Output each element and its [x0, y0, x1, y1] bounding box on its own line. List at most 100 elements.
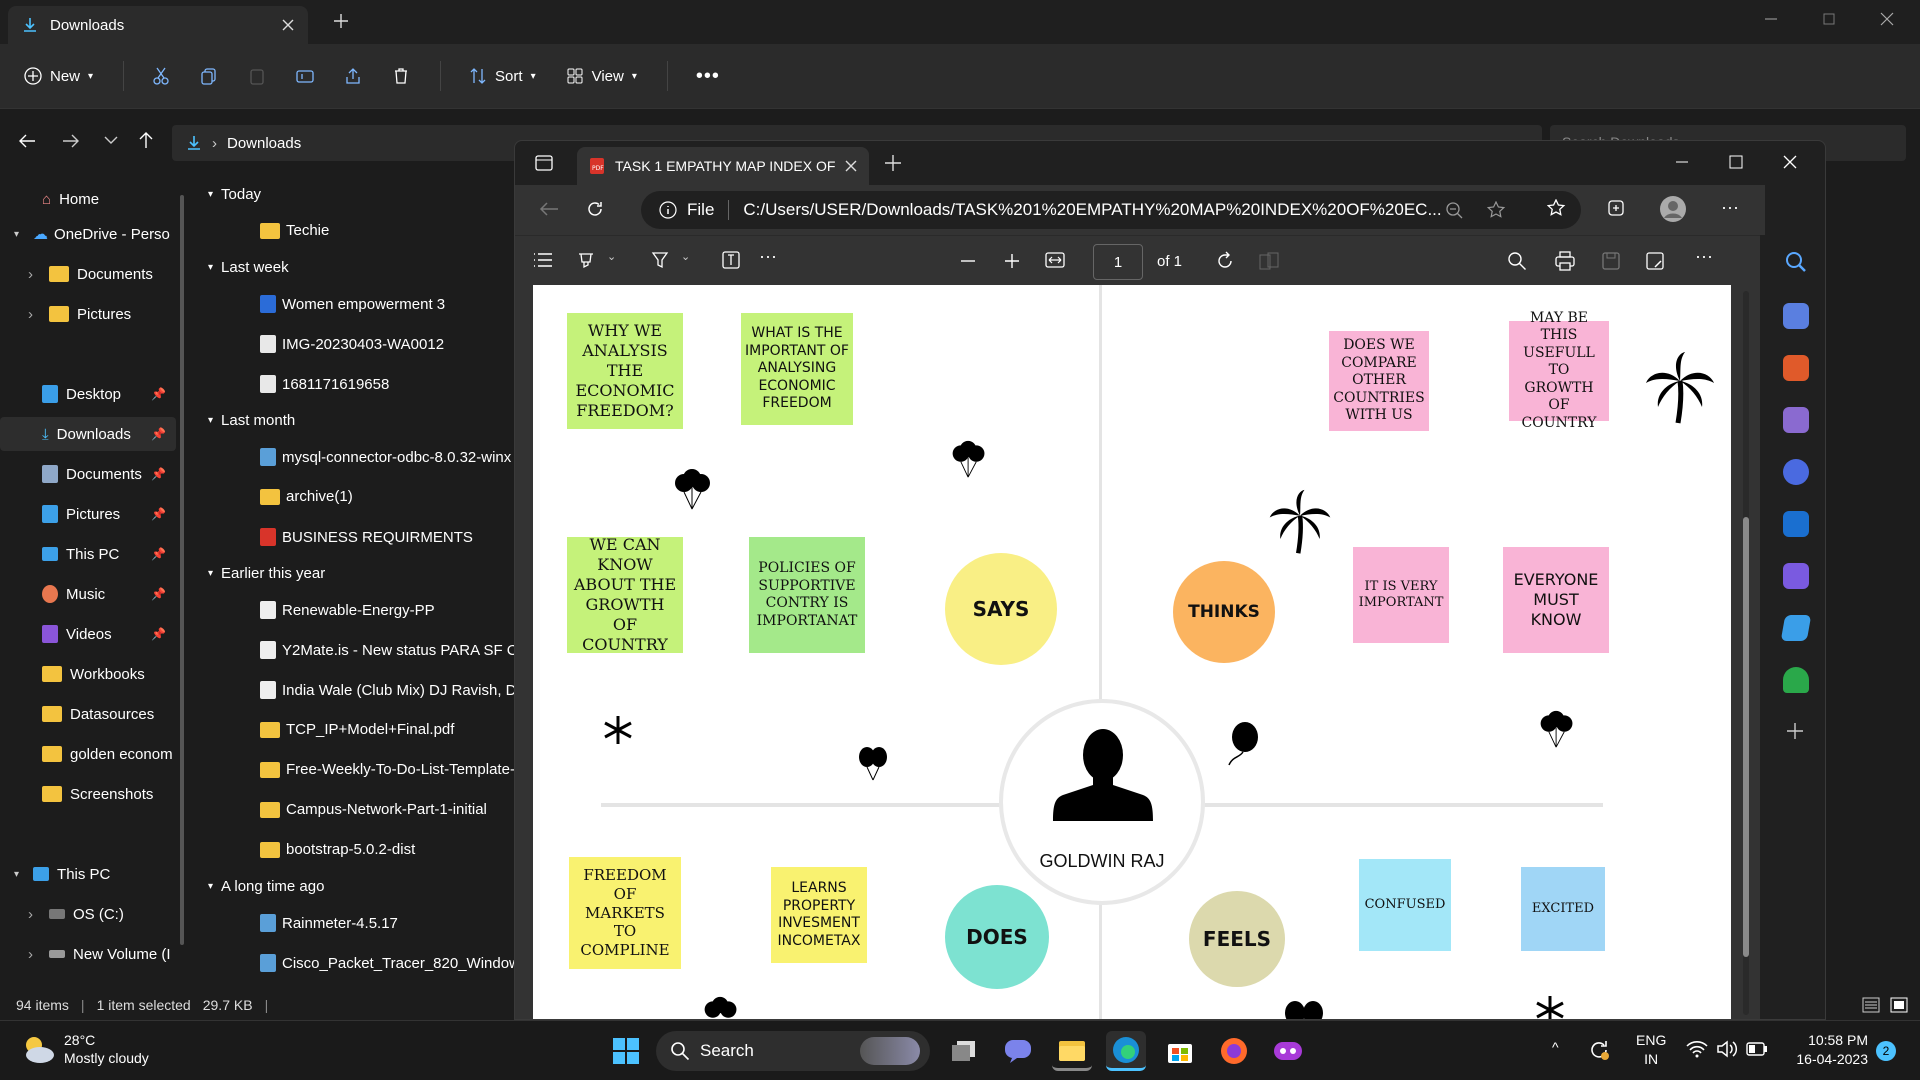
list-item[interactable]: India Wale (Club Mix) DJ Ravish, DJ — [260, 681, 520, 699]
highlight-icon[interactable] — [577, 250, 595, 270]
minimize-icon[interactable] — [1675, 155, 1689, 169]
contents-list-icon[interactable] — [533, 252, 553, 268]
more-options-icon[interactable]: ••• — [696, 65, 720, 88]
cut-icon[interactable] — [152, 67, 170, 85]
pin-icon[interactable]: 📌 — [151, 507, 166, 521]
list-item[interactable]: IMG-20230403-WA0012 — [260, 335, 444, 353]
pdf-scrollbar-thumb[interactable] — [1743, 517, 1749, 957]
favorites-icon[interactable] — [1547, 199, 1567, 219]
edge-taskbar-icon[interactable] — [1106, 1031, 1146, 1071]
microsoft-365-icon[interactable] — [1783, 459, 1809, 485]
add-favorite-icon[interactable] — [1487, 201, 1507, 219]
details-view-icon[interactable] — [1862, 997, 1880, 1013]
restore-icon[interactable] — [1822, 12, 1836, 26]
nav-workbooks[interactable]: Workbooks — [0, 657, 176, 691]
nav-os-c[interactable]: › OS (C:) — [0, 897, 176, 931]
file-explorer-taskbar-icon[interactable] — [1052, 1031, 1092, 1071]
list-item[interactable]: BUSINESS REQUIRMENTS — [260, 528, 473, 546]
pin-icon[interactable]: 📌 — [151, 627, 166, 641]
microsoft-store-icon[interactable] — [1160, 1031, 1200, 1071]
tiles-view-icon[interactable] — [1890, 997, 1908, 1013]
nav-documents[interactable]: Documents 📌 — [0, 457, 176, 491]
forward-arrow-icon[interactable] — [62, 133, 80, 149]
nav-onedrive[interactable]: ▾ ☁ OneDrive - Perso — [0, 217, 176, 251]
list-item[interactable]: Techie — [260, 222, 329, 239]
zoom-out-icon[interactable] — [1445, 201, 1463, 219]
sync-icon[interactable] — [1588, 1039, 1610, 1061]
nav-onedrive-pictures[interactable]: › Pictures — [0, 297, 176, 331]
edge-tab-pdf[interactable]: PDF TASK 1 EMPATHY MAP INDEX OF — [577, 147, 869, 185]
weather-widget[interactable]: 28°C Mostly cloudy — [20, 1031, 149, 1067]
minimize-icon[interactable] — [1764, 12, 1778, 26]
rotate-icon[interactable] — [1215, 251, 1235, 271]
firefox-icon[interactable] — [1214, 1031, 1254, 1071]
new-tab-plus-icon[interactable] — [334, 14, 348, 28]
send-drop-icon[interactable] — [1780, 615, 1812, 641]
back-arrow-icon[interactable] — [18, 133, 36, 149]
page-number-input[interactable]: 1 — [1093, 244, 1143, 280]
volume-icon[interactable] — [1716, 1040, 1738, 1058]
new-tab-plus-icon[interactable] — [885, 155, 901, 171]
sort-button[interactable]: Sort ▾ — [469, 67, 536, 85]
games-icon[interactable] — [1783, 407, 1809, 433]
nav-downloads[interactable]: ⤓ Downloads 📌 — [0, 417, 176, 451]
pin-icon[interactable]: 📌 — [151, 387, 166, 401]
list-item[interactable]: Women empowerment 3 — [260, 295, 445, 313]
pin-icon[interactable]: 📌 — [151, 587, 166, 601]
nav-desktop[interactable]: Desktop 📌 — [0, 377, 176, 411]
find-search-icon[interactable] — [1507, 251, 1527, 271]
close-window-icon[interactable] — [1783, 155, 1797, 169]
nav-this-pc[interactable]: ▾ This PC — [0, 857, 176, 891]
show-hidden-icons-chevron[interactable]: ^ — [1552, 1039, 1559, 1055]
fit-page-icon[interactable] — [1045, 252, 1065, 268]
zoom-minus-icon[interactable] — [961, 260, 975, 262]
teams-chat-icon[interactable] — [998, 1031, 1038, 1071]
pdf-more-icon[interactable]: ··· — [1695, 246, 1713, 267]
language-indicator[interactable]: ENG IN — [1636, 1031, 1666, 1069]
taskbar-search[interactable]: Search — [656, 1031, 930, 1071]
share-icon[interactable] — [344, 67, 362, 85]
close-tab-icon[interactable] — [282, 19, 294, 31]
chevron-down-icon[interactable]: ⌄ — [607, 250, 616, 263]
save-as-icon[interactable] — [1645, 251, 1665, 271]
nav-golden-econom[interactable]: golden econom — [0, 737, 176, 771]
settings-more-icon[interactable]: ··· — [1721, 197, 1739, 218]
tab-actions-icon[interactable] — [535, 155, 553, 171]
nav-onedrive-documents[interactable]: › Documents — [0, 257, 176, 291]
nav-screenshots[interactable]: Screenshots — [0, 777, 176, 811]
draw-icon[interactable] — [651, 250, 669, 270]
chevron-down-icon[interactable]: ⌄ — [681, 250, 690, 263]
maximize-icon[interactable] — [1729, 155, 1743, 169]
profile-avatar[interactable] — [1659, 195, 1687, 223]
pin-icon[interactable]: 📌 — [151, 547, 166, 561]
pin-icon[interactable]: 📌 — [151, 467, 166, 481]
list-item[interactable]: Free-Weekly-To-Do-List-Template- — [260, 761, 515, 778]
url-bar[interactable]: File C:/Users/USER/Downloads/TASK%201%20… — [641, 191, 1581, 229]
zoom-plus-icon[interactable] — [1005, 254, 1019, 268]
nav-datasources[interactable]: Datasources — [0, 697, 176, 731]
group-header[interactable]: ▾ Last week — [208, 259, 289, 276]
list-item[interactable]: 1681171619658 — [260, 375, 389, 393]
notification-badge[interactable]: 2 — [1876, 1041, 1896, 1061]
view-button[interactable]: View ▾ — [566, 67, 637, 85]
task-view-icon[interactable] — [944, 1031, 984, 1071]
copy-icon[interactable] — [200, 67, 218, 85]
paste-icon[interactable] — [248, 67, 266, 85]
pin-icon[interactable]: 📌 — [151, 427, 166, 441]
shopping-tag-icon[interactable] — [1783, 303, 1809, 329]
new-button[interactable]: New ▾ — [24, 67, 93, 85]
collections-icon[interactable] — [1607, 199, 1627, 219]
list-item[interactable]: TCP_IP+Model+Final.pdf — [260, 721, 454, 738]
rename-icon[interactable] — [296, 67, 314, 85]
explorer-tab-downloads[interactable]: Downloads — [8, 6, 308, 44]
group-header[interactable]: ▾ Earlier this year — [208, 565, 325, 582]
list-item[interactable]: mysql-connector-odbc-8.0.32-winx — [260, 448, 511, 466]
wifi-icon[interactable] — [1686, 1040, 1708, 1058]
group-header[interactable]: ▾ A long time ago — [208, 878, 324, 895]
group-header[interactable]: ▾ Today — [208, 186, 261, 203]
battery-icon[interactable] — [1746, 1042, 1768, 1056]
up-arrow-icon[interactable] — [138, 131, 154, 149]
delete-icon[interactable] — [392, 67, 410, 85]
info-icon[interactable] — [659, 201, 677, 219]
list-item[interactable]: archive(1) — [260, 488, 353, 505]
